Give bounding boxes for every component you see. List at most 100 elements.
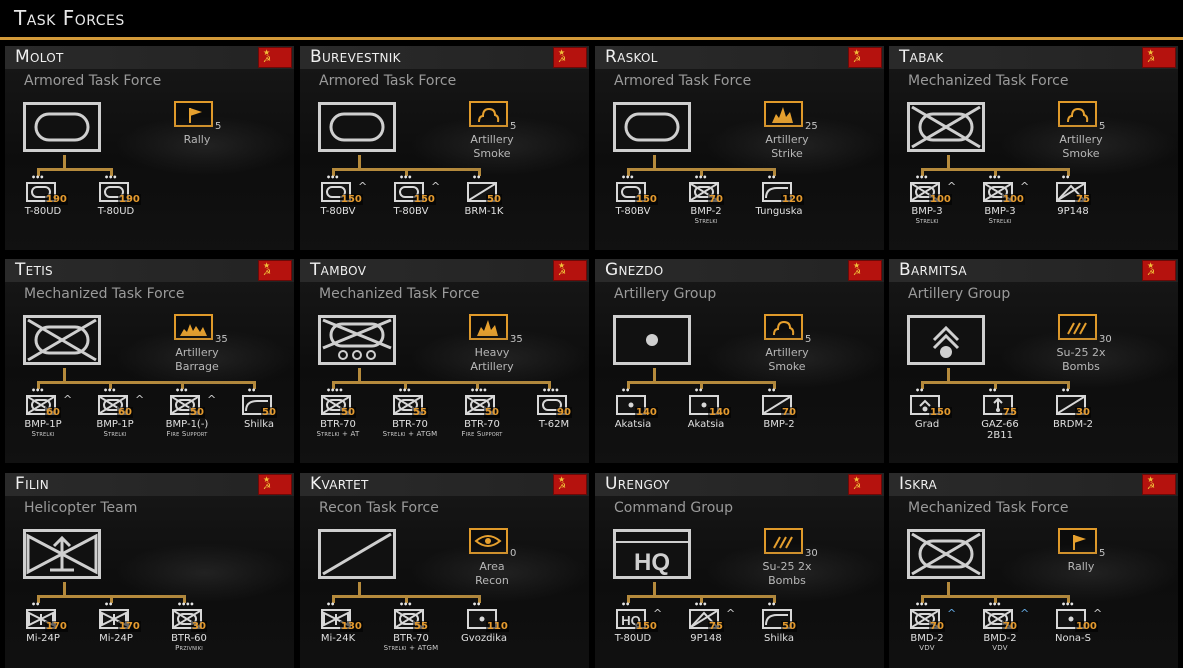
task-force-card-filin[interactable]: Filin ★ ☭ Helicopter Team •• 170 Mi-24P •… — [5, 473, 294, 668]
unit-size-pips: ••• — [31, 386, 44, 395]
unit-point-value: 55 — [412, 407, 428, 418]
unit-slot-t-80ud[interactable]: ••• 190 T-80UD — [98, 174, 156, 242]
support-ability[interactable]: 30 Su-25 2x Bombs — [1051, 314, 1136, 384]
support-ability[interactable]: 5 Artillery Smoke — [757, 314, 842, 384]
task-force-type: Armored Task Force — [24, 73, 162, 89]
unit-point-value: 30 — [191, 621, 207, 632]
unit-slot-t-80ud[interactable]: ••• 190 T-80UD — [25, 174, 83, 242]
rally-flag-icon — [1058, 528, 1097, 554]
task-force-card-barmitsa[interactable]: Barmitsa ★ ☭ Artillery Group 30 Su-25 2x … — [889, 259, 1178, 463]
unit-subtitle: Strelki — [694, 217, 718, 225]
unit-slot-t-80bv[interactable]: ••• 150 T-80BV — [615, 174, 673, 242]
unit-slot-t-80bv[interactable]: ••• 150 ^ T-80BV — [393, 174, 451, 242]
support-ability[interactable]: 30 Su-25 2x Bombs — [757, 528, 842, 598]
unit-slot-mi-24k[interactable]: •• 130 Mi-24K — [320, 601, 378, 668]
unit-slot-btr-70[interactable]: •••• 50 BTR-70 Strelki + AT — [317, 387, 378, 455]
support-ability[interactable]: 0 Area Recon — [462, 528, 547, 598]
unit-slot-akatsia[interactable]: •• 140 Akatsia — [688, 387, 746, 455]
unit-slot-btr-70[interactable]: •••• 50 BTR-70 Fire Support — [462, 387, 522, 455]
support-ability[interactable]: 5 Rally — [1051, 528, 1136, 598]
task-force-card-iskra[interactable]: Iskra ★ ☭ Mechanized Task Force 5 Rally •… — [889, 473, 1178, 668]
unit-name: BTR-70 — [320, 419, 356, 430]
unit-slot-9p148[interactable]: ••• 75 ^ 9P148 — [688, 601, 746, 668]
unit-size-pips: ••• — [103, 386, 116, 395]
unit-slot-bmd-2[interactable]: ••• 70 ^ BMD-2 VDV — [909, 601, 967, 668]
task-force-card-gnezdo[interactable]: Gnezdo ★ ☭ Artillery Group 5 Artillery Sm… — [595, 259, 884, 463]
unit-size-pips: ••• — [399, 173, 412, 182]
unit-slot-mi-24p[interactable]: •• 170 Mi-24P — [98, 601, 156, 668]
unit-size-pips: ••• — [399, 600, 412, 609]
upgrade-chevron-icon: ^ — [1020, 607, 1030, 620]
unit-slot-btr-60[interactable]: •••• 30 BTR-60 Przivniki — [171, 601, 229, 668]
support-ability[interactable]: 35 Heavy Artillery — [462, 314, 547, 384]
task-force-card-urengoy[interactable]: Urengoy ★ ☭ Command Group HQ 30 Su-25 2x … — [595, 473, 884, 668]
unit-slot-shilka[interactable]: •• 50 Shilka — [241, 387, 294, 455]
unit-slot-tunguska[interactable]: •• 120 Tunguska — [756, 173, 819, 242]
task-force-card-molot[interactable]: Molot ★☭ Armored Task Force 5 Rally ••• — [5, 46, 294, 250]
unit-slot-bmp-2[interactable]: ••• 70 BMP-2 Strelki — [688, 174, 746, 242]
unit-slot-grad[interactable]: •• 150 Grad — [909, 387, 967, 455]
task-force-card-raskol[interactable]: Raskol ★ ☭ Armored Task Force 25 Artiller… — [595, 46, 884, 250]
unit-slot-9p148[interactable]: •• 75 9P148 — [1055, 174, 1113, 242]
unit-subtitle: Strelki — [103, 430, 127, 438]
unit-point-value: 70 — [929, 621, 945, 632]
unit-slot-akatsia[interactable]: •• 140 Akatsia — [615, 387, 673, 455]
card-header: Tambov ★ ☭ — [300, 259, 589, 282]
unit-slot-bmp-2[interactable]: •• 70 BMP-2 — [761, 387, 819, 455]
unit-subtitle: Strelki + ATGM — [382, 430, 438, 438]
task-force-card-tetis[interactable]: Tetis ★ ☭ Mechanized Task Force 35 Artill… — [5, 259, 294, 463]
ability-name: Rally — [1067, 560, 1095, 573]
task-force-card-burevestnik[interactable]: Burevestnik ★ ☭ Armored Task Force 5 Arti… — [300, 46, 589, 250]
unit-slot-bmp-1p[interactable]: ••• 60 ^ BMP-1P Strelki — [96, 386, 155, 455]
unit-slot-bmp-1[interactable]: ••• 50 ^ BMP-1(-) Fire Support — [166, 387, 227, 455]
page-title: Task Forces — [14, 6, 125, 30]
unit-slot-brdm-2[interactable]: •• 30 BRDM-2 — [1053, 387, 1113, 455]
task-force-card-tambov[interactable]: Tambov ★ ☭ Mechanized Task Force 35 Heavy… — [300, 259, 589, 463]
support-ability[interactable]: 5 Rally — [167, 101, 252, 171]
unit-slot-bmp-3[interactable]: ••• 100 ^ BMP-3 Strelki — [982, 174, 1040, 242]
unit-point-value: 50 — [484, 407, 500, 418]
unit-slot-brm-1k[interactable]: •• 50 BRM-1K — [465, 174, 524, 242]
armor-unit-symbol-icon — [23, 102, 101, 152]
task-force-type: Artillery Group — [908, 286, 1011, 302]
unit-slot-shilka[interactable]: •• 50 Shilka — [761, 601, 819, 668]
bombs-icon — [1058, 314, 1097, 340]
unit-slot-t-62m[interactable]: •••• 90 T-62M — [536, 387, 589, 455]
unit-name: Mi-24P — [26, 633, 60, 644]
unit-slot-bmp-3[interactable]: ••• 100 ^ BMP-3 Strelki — [909, 174, 967, 242]
unit-subtitle: Fire Support — [461, 430, 503, 438]
unit-slot-bmp-1p[interactable]: ••• 60 ^ BMP-1P Strelki — [24, 386, 83, 455]
support-ability[interactable]: 5 Artillery Smoke — [462, 101, 547, 171]
unit-name: Gvozdika — [461, 633, 507, 644]
task-force-name: Burevestnik — [310, 47, 401, 67]
unit-point-value: 60 — [117, 407, 133, 418]
unit-slot-gvozdika[interactable]: •• 110 Gvozdika — [461, 600, 524, 668]
unit-slot-btr-70[interactable]: ••• 55 BTR-70 Strelki + ATGM — [383, 387, 450, 455]
unit-size-pips: •• — [915, 386, 924, 395]
soviet-flag-icon: ★ ☭ — [553, 474, 587, 495]
unit-point-value: 150 — [635, 194, 658, 205]
unit-slot-bmd-2[interactable]: ••• 70 ^ BMD-2 VDV — [982, 601, 1040, 668]
unit-size-pips: •• — [767, 173, 776, 182]
task-force-card-tabak[interactable]: Tabak ★ ☭ Mechanized Task Force 5 Artille… — [889, 46, 1178, 250]
unit-name: T-80BV — [320, 206, 356, 217]
unit-slot-t-80ud[interactable]: •• HQ 150 ^ T-80UD — [615, 601, 673, 668]
unit-name: Akatsia — [614, 419, 652, 430]
unit-point-value: 150 — [635, 621, 658, 632]
support-ability[interactable]: 25 Artillery Strike — [757, 101, 842, 171]
task-force-card-kvartet[interactable]: Kvartet ★ ☭ Recon Task Force 0 Area Recon… — [300, 473, 589, 668]
support-ability[interactable]: 5 Artillery Smoke — [1051, 101, 1136, 171]
unit-slot-mi-24p[interactable]: •• 170 Mi-24P — [25, 601, 83, 668]
unit-size-pips: •• — [472, 600, 481, 609]
unit-slot-gaz-66-2b11[interactable]: •• 75 GAZ-66 2B11 — [981, 387, 1040, 455]
unit-size-pips: •• — [247, 386, 256, 395]
unit-slot-nona-s[interactable]: ••• 100 ^ Nona-S — [1055, 601, 1113, 668]
unit-point-value: 60 — [45, 407, 61, 418]
upgrade-chevron-icon: ^ — [207, 393, 217, 406]
unit-size-pips: ••• — [915, 600, 928, 609]
task-force-type: Mechanized Task Force — [319, 286, 480, 302]
unit-slot-t-80bv[interactable]: ••• 150 ^ T-80BV — [320, 174, 378, 242]
unit-slot-btr-70[interactable]: ••• 55 BTR-70 Strelki + ATGM — [384, 600, 451, 668]
support-ability[interactable]: 35 Artillery Barrage — [167, 314, 252, 384]
ability-count: 5 — [805, 334, 812, 345]
